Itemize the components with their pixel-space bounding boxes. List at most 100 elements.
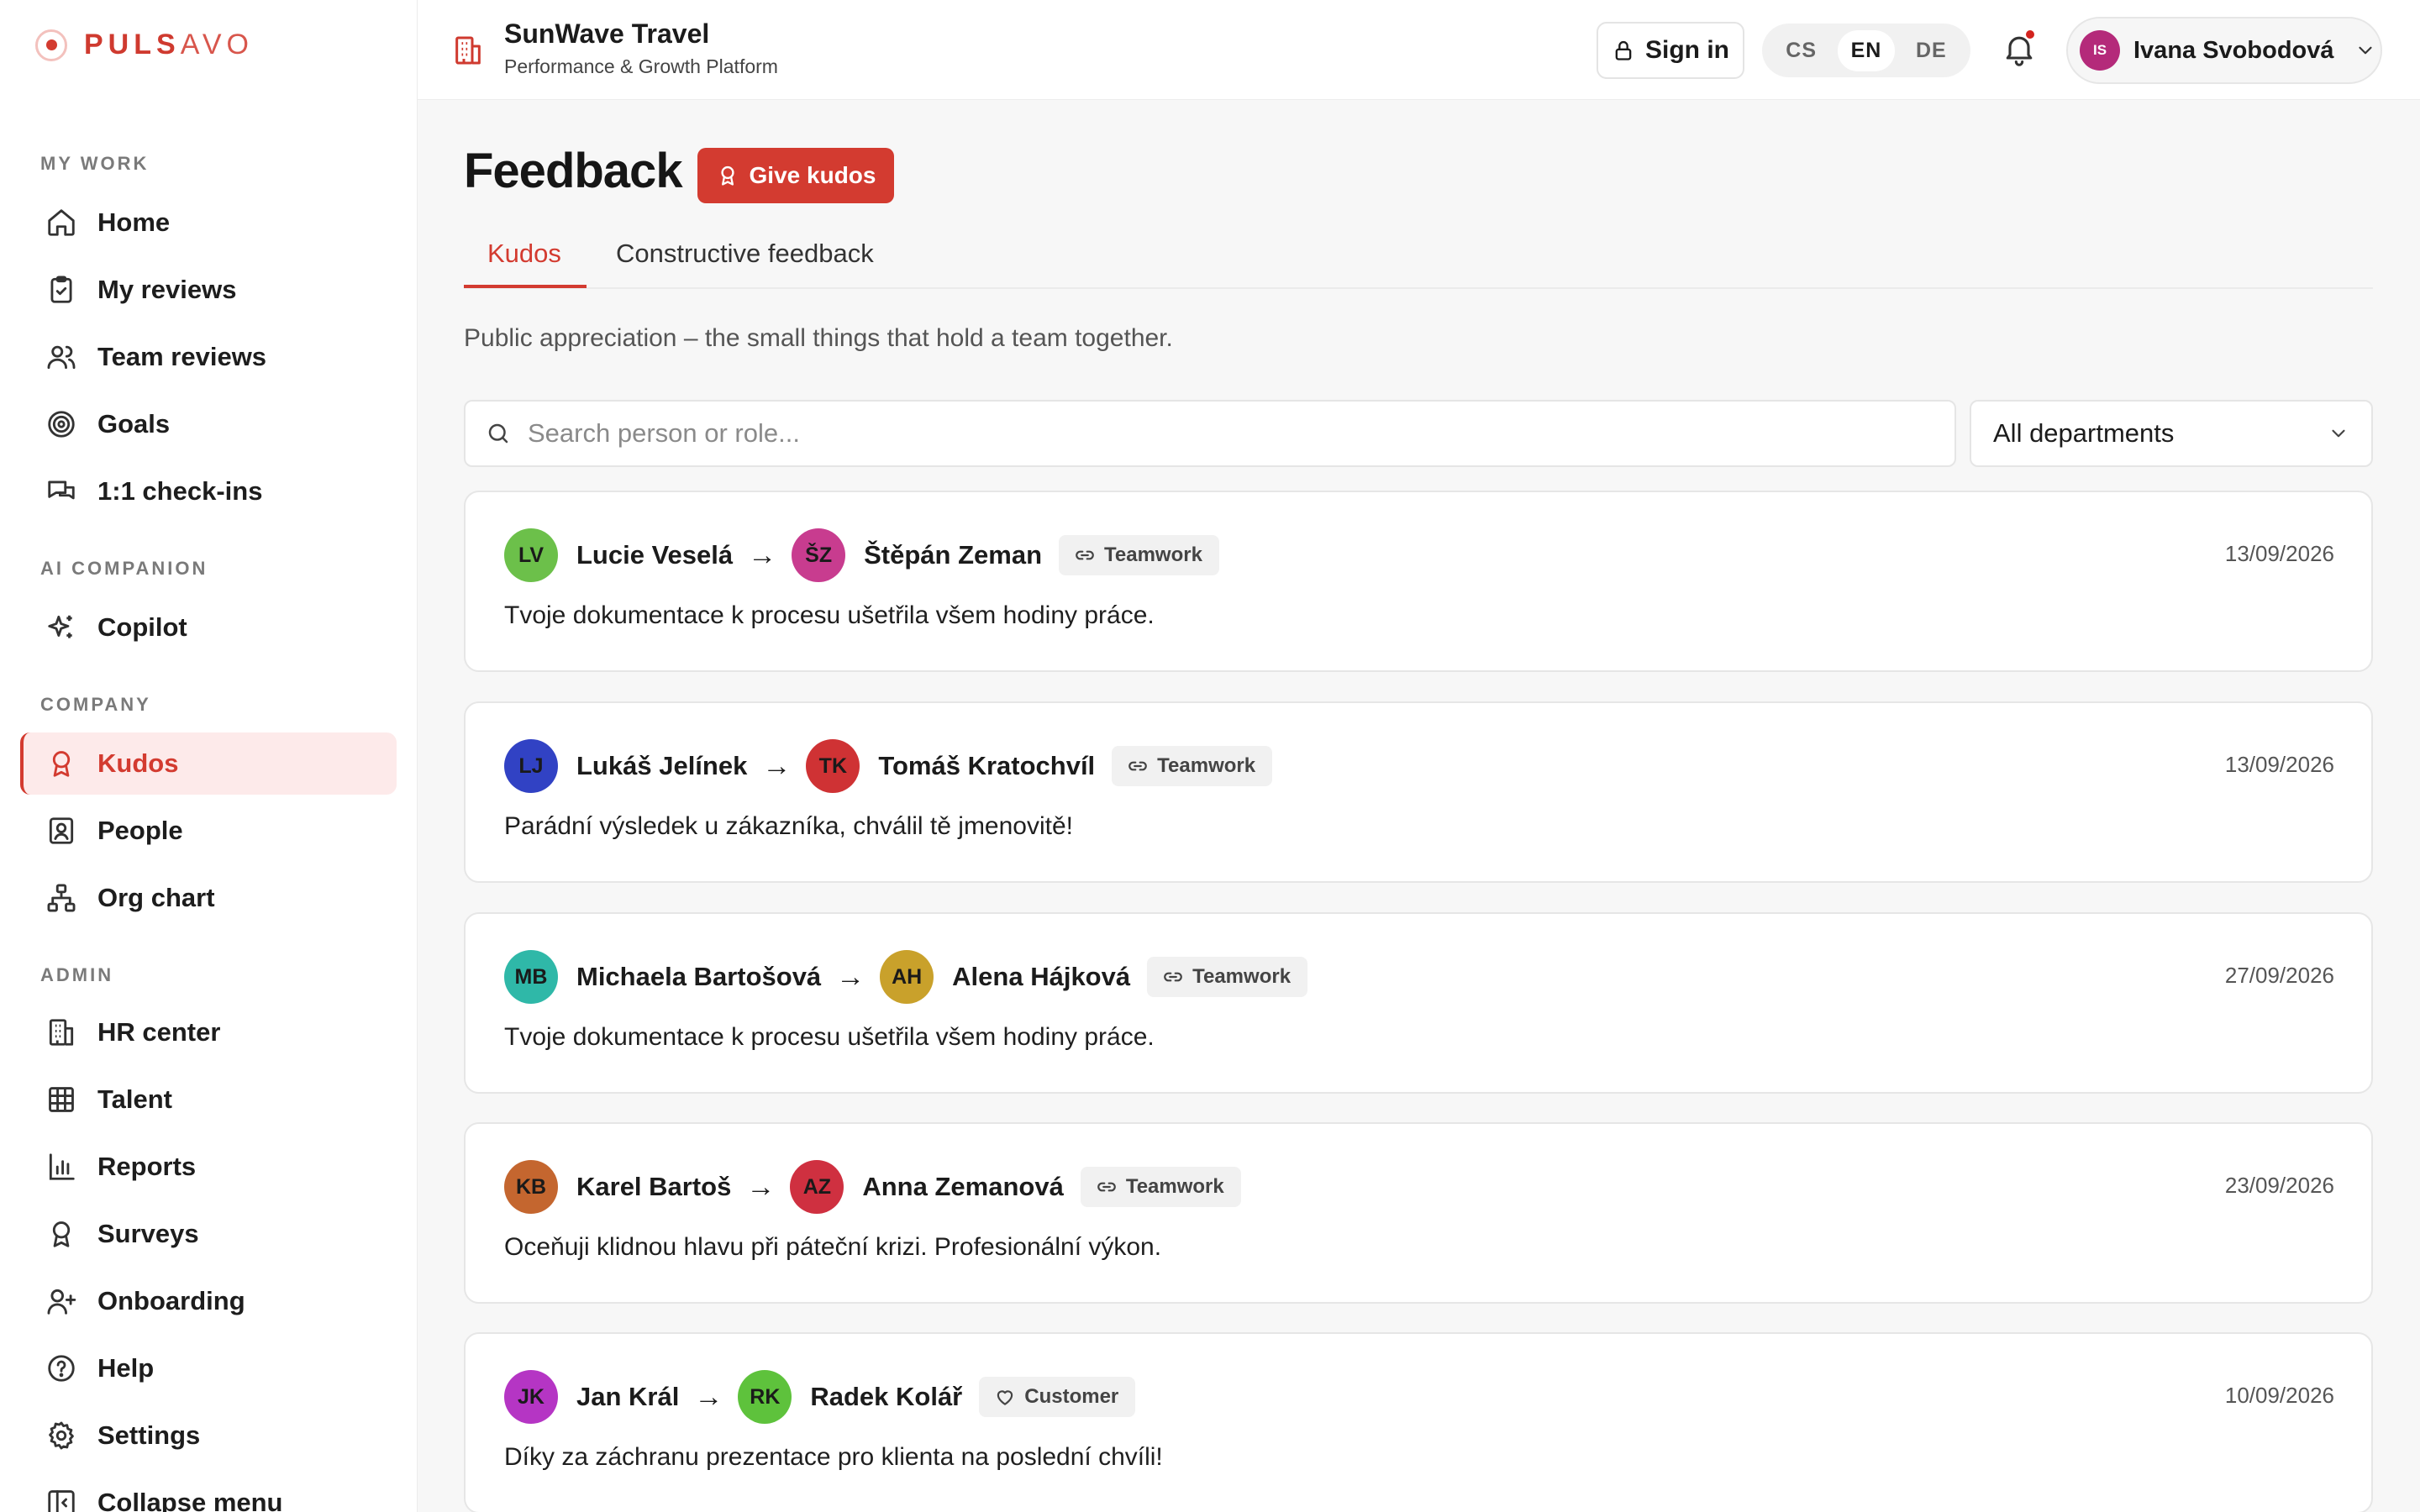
sidebar-item-copilot[interactable]: Copilot	[20, 596, 397, 659]
sidebar-item-team-reviews[interactable]: Team reviews	[20, 326, 397, 388]
link-icon	[1097, 1182, 1116, 1192]
org-chart-icon	[47, 884, 76, 912]
kudos-card[interactable]: KB Karel Bartoš → AZ Anna Zemanová Teamw…	[464, 1122, 2373, 1304]
sidebar-collapse-icon	[48, 1490, 75, 1512]
search-input[interactable]: Search person or role...	[464, 400, 1956, 467]
kudos-date: 23/09/2026	[2224, 1173, 2334, 1198]
kudos-tag: Teamwork	[1080, 1167, 1241, 1207]
search-icon	[488, 423, 508, 444]
sidebar-item-surveys[interactable]: Surveys	[20, 1203, 397, 1265]
building-icon	[455, 36, 481, 65]
grid-icon	[49, 1087, 74, 1112]
kudos-date: 10/09/2026	[2224, 1383, 2334, 1408]
sidebar-item-label: Settings	[97, 1420, 201, 1450]
page-subtitle: Public appreciation – the small things t…	[464, 324, 1173, 352]
kudos-tag-label: Teamwork	[1125, 1175, 1224, 1198]
sign-in-button[interactable]: Sign in	[1597, 22, 1744, 79]
section-label-admin: ADMIN	[40, 964, 114, 985]
sidebar-item-kudos[interactable]: Kudos	[20, 732, 397, 795]
sidebar-item-label: My reviews	[97, 275, 237, 304]
clipboard-check-icon	[50, 276, 72, 303]
sidebar-item-home[interactable]: Home	[20, 192, 397, 254]
recipient-name[interactable]: Radek Kolář	[810, 1382, 962, 1412]
sidebar-item-label: Surveys	[97, 1219, 199, 1248]
sidebar-item-people[interactable]: People	[20, 800, 397, 862]
sidebar-item-checkins[interactable]: 1:1 check-ins	[20, 460, 397, 522]
feedback-tabs: Kudos Constructive feedback	[464, 220, 2373, 289]
chevron-down-icon	[2332, 429, 2345, 438]
user-name: Ivana Svobodová	[2133, 36, 2334, 64]
sender-name[interactable]: Lukáš Jelínek	[576, 751, 747, 781]
users-icon	[47, 345, 76, 370]
lock-icon	[1615, 40, 1632, 60]
avatar: AZ	[790, 1160, 844, 1214]
sidebar-item-label: Copilot	[97, 612, 187, 642]
sidebar-item-my-reviews[interactable]: My reviews	[20, 259, 397, 321]
kudos-message: Díky za záchranu prezentace pro klienta …	[504, 1443, 1163, 1471]
sidebar-item-label: Onboarding	[97, 1286, 245, 1315]
kudos-card-header: LV Lucie Veselá → ŠZ Štěpán Zeman Teamwo…	[504, 528, 1219, 583]
sidebar-item-talent[interactable]: Talent	[20, 1068, 397, 1131]
org-name: SunWave Travel	[504, 18, 710, 49]
give-kudos-label: Give kudos	[749, 162, 876, 188]
kudos-card-header: MB Michaela Bartošová → AH Alena Hájková…	[504, 949, 1308, 1005]
avatar: TK	[806, 739, 860, 793]
award-icon	[52, 1221, 71, 1247]
sender-name[interactable]: Jan Král	[576, 1382, 679, 1412]
sidebar-item-label: Home	[97, 207, 171, 237]
collapse-menu-button[interactable]: Collapse menu	[20, 1472, 397, 1512]
recipient-name[interactable]: Tomáš Kratochvíl	[878, 751, 1095, 781]
sidebar-item-goals[interactable]: Goals	[20, 393, 397, 455]
language-switcher: CS EN DE	[1762, 24, 1970, 77]
tab-kudos[interactable]: Kudos	[487, 239, 561, 269]
sidebar: PULSAVO MY WORK Home My reviews Team rev…	[0, 0, 418, 1512]
department-select[interactable]: All departments	[1970, 400, 2373, 467]
recipient-name[interactable]: Štěpán Zeman	[864, 540, 1042, 570]
sidebar-item-help[interactable]: Help	[20, 1337, 397, 1399]
notification-badge	[2024, 29, 2036, 40]
contact-card-icon	[49, 817, 74, 844]
user-menu[interactable]: IS Ivana Svobodová	[2066, 17, 2382, 84]
give-kudos-button[interactable]: Give kudos	[697, 148, 894, 203]
brand-name: PULSAVO	[84, 29, 254, 60]
kudos-date: 13/09/2026	[2224, 541, 2334, 566]
sidebar-item-org-chart[interactable]: Org chart	[20, 867, 397, 929]
language-option-de[interactable]: DE	[1902, 30, 1960, 71]
recipient-name[interactable]: Anna Zemanová	[862, 1172, 1063, 1202]
sidebar-item-onboarding[interactable]: Onboarding	[20, 1270, 397, 1332]
language-option-en[interactable]: EN	[1837, 29, 1896, 71]
section-label-ai-companion: AI COMPANION	[40, 558, 208, 579]
arrow-right-icon: →	[836, 960, 865, 993]
sidebar-item-hr-center[interactable]: HR center	[20, 1001, 397, 1063]
kudos-card[interactable]: MB Michaela Bartošová → AH Alena Hájková…	[464, 912, 2373, 1094]
kudos-tag: Teamwork	[1112, 746, 1273, 786]
kudos-card[interactable]: LV Lucie Veselá → ŠZ Štěpán Zeman Teamwo…	[464, 491, 2373, 672]
tab-constructive-feedback[interactable]: Constructive feedback	[616, 239, 874, 269]
sidebar-item-label: 1:1 check-ins	[97, 476, 263, 506]
sidebar-item-label: Kudos	[97, 748, 179, 778]
kudos-card-header: KB Karel Bartoš → AZ Anna Zemanová Teamw…	[504, 1159, 1241, 1215]
avatar: LV	[504, 528, 558, 582]
brand-logo[interactable]: PULSAVO	[35, 29, 254, 61]
sender-name[interactable]: Lucie Veselá	[576, 540, 733, 570]
gear-icon	[49, 1421, 74, 1450]
sender-name[interactable]: Michaela Bartošová	[576, 962, 821, 992]
avatar: JK	[504, 1370, 558, 1424]
sidebar-item-label: Org chart	[97, 883, 215, 912]
page-title: Feedback	[464, 144, 683, 198]
sidebar-item-reports[interactable]: Reports	[20, 1136, 397, 1198]
sender-name[interactable]: Karel Bartoš	[576, 1172, 731, 1202]
kudos-card[interactable]: LJ Lukáš Jelínek → TK Tomáš Kratochvíl T…	[464, 701, 2373, 883]
sidebar-item-label: Talent	[97, 1084, 172, 1114]
kudos-card-header: JK Jan Král → RK Radek Kolář Customer	[504, 1369, 1136, 1425]
kudos-tag: Customer	[979, 1377, 1136, 1417]
kudos-tag: Teamwork	[1147, 957, 1308, 997]
sidebar-item-settings[interactable]: Settings	[20, 1404, 397, 1467]
kudos-tag-label: Teamwork	[1104, 543, 1202, 566]
sidebar-item-label: Collapse menu	[97, 1488, 283, 1512]
language-option-cs[interactable]: CS	[1772, 30, 1830, 71]
award-icon	[52, 751, 71, 777]
recipient-name[interactable]: Alena Hájková	[952, 962, 1130, 992]
target-icon	[48, 411, 75, 438]
kudos-card[interactable]: JK Jan Král → RK Radek Kolář Customer 10…	[464, 1332, 2373, 1512]
